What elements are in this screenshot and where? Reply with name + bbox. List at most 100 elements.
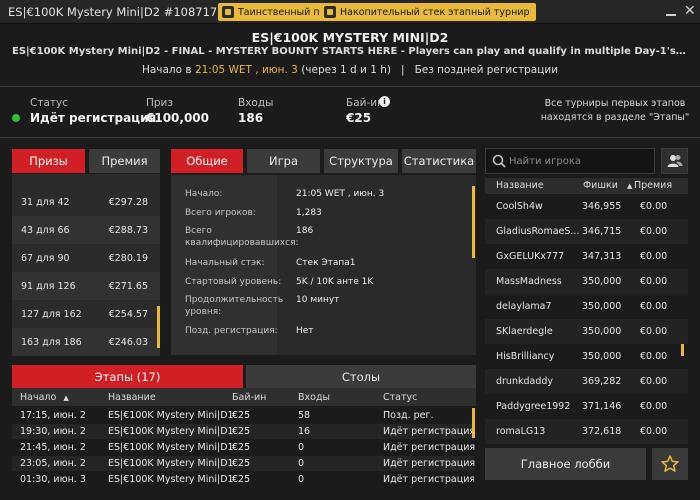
player-name: Paddygree1992: [496, 401, 571, 412]
prize-amount: €297.28: [108, 197, 148, 208]
stage-row[interactable]: 19:30, июн. 2 ES|€100K Mystery Mini|D1 €…: [12, 424, 475, 439]
player-search-input[interactable]: [509, 150, 651, 172]
player-name: romaLG13: [496, 426, 546, 437]
player-bounty: €0.00: [640, 201, 668, 212]
tournament-description: ES|€100K Mystery Mini|D2 - FINAL - MYSTE…: [12, 46, 688, 57]
col-start-header[interactable]: Начало ▲: [20, 392, 69, 403]
col-bounty-header[interactable]: Премия: [634, 180, 672, 191]
tab-statistics[interactable]: Статистика: [402, 149, 476, 173]
col-buyin-header[interactable]: Бай-ин: [232, 392, 266, 403]
stage-status: Идёт регистрация: [383, 474, 474, 485]
tab-general[interactable]: Общие: [171, 149, 243, 173]
close-button[interactable]: ✕: [684, 4, 696, 18]
general-scrollbar[interactable]: [472, 186, 475, 258]
stage-start: 23:05, июн. 2: [20, 458, 86, 469]
tab-prizes[interactable]: Призы: [12, 149, 85, 173]
header-separator: |: [401, 64, 405, 76]
player-row[interactable]: MassMadness 350,000 €0.00: [485, 269, 688, 294]
player-row[interactable]: drunkdaddy 369,282 €0.00: [485, 369, 688, 394]
stage-entries: 58: [298, 410, 311, 421]
player-name: drunkdaddy: [496, 376, 554, 387]
stage-buyin: €25: [232, 426, 251, 437]
accumulating-stack-badge[interactable]: Накопительный стек этапный турнир: [320, 3, 536, 21]
start-time: 21:05 WET , июн. 3: [194, 64, 298, 76]
player-row[interactable]: SKlaerdegle 350,000 €0.00: [485, 319, 688, 344]
tab-bounty[interactable]: Премия: [89, 149, 160, 173]
player-row[interactable]: romaLG13 372,618 €0.00: [485, 419, 688, 444]
prize-amount: €254.57: [108, 309, 148, 320]
stages-scrollbar[interactable]: [472, 408, 475, 438]
favorite-button[interactable]: [652, 448, 688, 480]
player-row[interactable]: delaylama7 350,000 €0.00: [485, 294, 688, 319]
player-row[interactable]: GladiusRomaeS... 346,715 €0.00: [485, 219, 688, 244]
late-registration-text: Без поздней регистрации: [414, 64, 559, 76]
player-chips: 346,955: [582, 201, 622, 212]
stage-row[interactable]: 21:45, июн. 2 ES|€100K Mystery Mini|D1 €…: [12, 440, 476, 455]
player-name: SKlaerdegle: [496, 326, 553, 337]
stage-entries: 0: [298, 474, 305, 485]
search-icon: [492, 154, 506, 168]
main-lobby-button[interactable]: Главное лобби: [485, 448, 646, 480]
stack-badge-icon: [324, 6, 336, 18]
stage-status: Идёт регистрация: [383, 442, 476, 453]
prize-places: 31 для 42: [21, 197, 70, 208]
player-bounty: €0.00: [640, 251, 668, 262]
friends-button[interactable]: [661, 148, 688, 174]
general-label: Позд. регистрация:: [185, 326, 278, 336]
player-chips: 369,282: [582, 376, 622, 387]
info-icon[interactable]: i: [379, 96, 390, 107]
stage-entries: 0: [298, 458, 305, 469]
col-player-name-header[interactable]: Название: [496, 180, 544, 191]
stage-start: 21:45, июн. 2: [20, 442, 86, 453]
prize-places: 43 для 66: [21, 225, 70, 236]
tab-tables[interactable]: Столы: [246, 365, 476, 389]
player-bounty: €0.00: [640, 301, 668, 312]
col-name-header[interactable]: Название: [108, 392, 156, 403]
col-start-label: Начало: [20, 392, 57, 403]
stage-buyin: €25: [232, 458, 251, 469]
tab-stages[interactable]: Этапы (17): [12, 365, 243, 389]
stage-row[interactable]: 23:05, июн. 2 ES|€100K Mystery Mini|D1 €…: [12, 456, 475, 471]
prize-value: €100,000: [146, 111, 210, 125]
status-value: Идёт регистрация: [30, 111, 157, 125]
player-chips: 350,000: [582, 301, 622, 312]
tab-structure[interactable]: Структура: [324, 149, 398, 173]
player-row[interactable]: HisBrilliancy 350,000 €0.00: [485, 344, 688, 369]
prize-row: 127 для 162 €254.57: [12, 300, 160, 328]
stage-start: 19:30, июн. 2: [20, 426, 86, 437]
prize-places: 67 для 90: [21, 253, 70, 264]
header-divider: [0, 86, 700, 87]
prizes-scrollbar[interactable]: [157, 306, 160, 348]
stage-buyin: €25: [232, 442, 251, 453]
prize-places: 127 для 162: [21, 309, 82, 320]
general-label: Стартовый уровень:: [185, 277, 282, 287]
stage-row[interactable]: 17:15, июн. 2 ES|€100K Mystery Mini|D1 €…: [12, 408, 474, 423]
player-bounty: €0.00: [640, 351, 668, 362]
general-value: 5K / 10K анте 1K: [296, 277, 374, 287]
player-row[interactable]: CoolSh4w 346,955 €0.00: [485, 194, 688, 219]
info-divider: [0, 137, 700, 138]
general-value: 1,283: [296, 208, 322, 218]
prize-row: 163 для 186 €246.03: [12, 328, 160, 356]
stage-row[interactable]: 01:30, июн. 3 ES|€100K Mystery Mini|D1 €…: [12, 472, 474, 486]
player-name: GxGELUKx777: [496, 251, 565, 262]
general-value: Стек Этапа1: [296, 258, 356, 268]
stage-name: ES|€100K Mystery Mini|D1: [108, 426, 234, 437]
players-scrollbar[interactable]: [681, 344, 684, 356]
entries-label: Входы: [238, 97, 274, 109]
stage-start: 01:30, июн. 3: [20, 474, 86, 485]
stage-start: 17:15, июн. 2: [20, 410, 86, 421]
tab-game[interactable]: Игра: [247, 149, 320, 173]
col-status-header[interactable]: Статус: [383, 392, 417, 403]
stage-name: ES|€100K Mystery Mini|D1: [108, 474, 234, 485]
col-entries-header[interactable]: Входы: [298, 392, 330, 403]
player-bounty: €0.00: [640, 401, 668, 412]
player-chips: 347,313: [582, 251, 622, 262]
stage-buyin: €25: [232, 410, 251, 421]
player-row[interactable]: Paddygree1992 371,146 €0.00: [485, 394, 688, 419]
col-chips-label: Фишки: [583, 180, 618, 191]
player-row[interactable]: GxGELUKx777 347,313 €0.00: [485, 244, 688, 269]
player-chips: 371,146: [582, 401, 622, 412]
col-chips-header[interactable]: Фишки ▲: [583, 180, 632, 191]
minimize-button[interactable]: [664, 5, 678, 19]
